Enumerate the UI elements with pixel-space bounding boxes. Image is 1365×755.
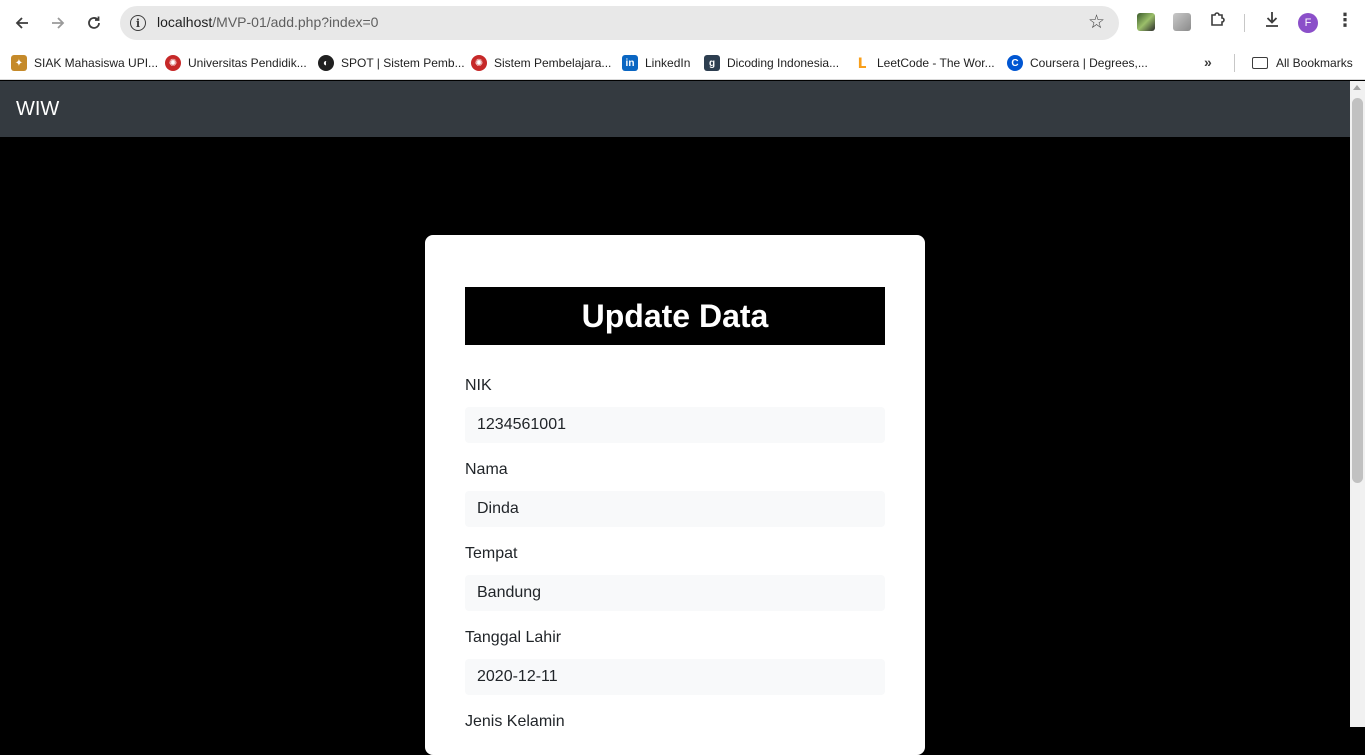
bookmark-label: LinkedIn: [645, 56, 691, 70]
extensions-puzzle-icon[interactable]: [1209, 10, 1227, 33]
extension-icon[interactable]: [1137, 13, 1155, 31]
profile-avatar[interactable]: F: [1298, 13, 1318, 33]
bookmark-label: Coursera | Degrees,...: [1030, 56, 1148, 70]
tanggal-lahir-input[interactable]: [465, 659, 885, 695]
bookmark-item[interactable]: g Dicoding Indonesia...: [704, 53, 839, 73]
bookmarks-divider: [1234, 54, 1235, 72]
bookmark-label: Sistem Pembelajara...: [494, 56, 612, 70]
bookmark-label: LeetCode - The Wor...: [877, 56, 995, 70]
forward-arrow-icon: [52, 17, 65, 29]
dicoding-icon: g: [704, 55, 720, 71]
url-host: localhost: [157, 14, 213, 30]
browser-toolbar: i localhost/MVP-01/add.php?index=0 ☆ F ⋮: [0, 0, 1365, 46]
bookmark-label: Universitas Pendidik...: [188, 56, 307, 70]
page-content: WIW Update Data NIK Nama Tempat Tanggal …: [0, 81, 1350, 755]
tempat-input[interactable]: [465, 575, 885, 611]
forward-button[interactable]: [44, 9, 72, 37]
bookmark-item[interactable]: ◐ SPOT | Sistem Pemb...: [318, 53, 465, 73]
bookmark-item[interactable]: C Coursera | Degrees,...: [1007, 53, 1148, 73]
bookmark-label: SIAK Mahasiswa UPI...: [34, 56, 159, 70]
linkedin-icon: in: [622, 55, 638, 71]
site-info-icon[interactable]: i: [130, 15, 146, 31]
address-bar[interactable]: i localhost/MVP-01/add.php?index=0 ☆: [120, 6, 1119, 40]
page-scrollbar[interactable]: [1350, 81, 1365, 727]
bookmark-item[interactable]: ✦ SIAK Mahasiswa UPI...: [11, 53, 158, 73]
upi-icon: ✺: [471, 55, 487, 71]
bookmarks-bar: ✦ SIAK Mahasiswa UPI... ✺ Universitas Pe…: [0, 46, 1365, 80]
extension-icon[interactable]: [1173, 13, 1191, 31]
jenis-kelamin-label: Jenis Kelamin: [465, 713, 565, 730]
coursera-icon: C: [1007, 55, 1023, 71]
scrollbar-thumb[interactable]: [1352, 98, 1363, 483]
form-title: Update Data: [465, 287, 885, 345]
url-text[interactable]: localhost/MVP-01/add.php?index=0: [157, 14, 378, 30]
more-bookmarks-chevron-icon[interactable]: »: [1204, 54, 1212, 70]
site-navbar: WIW: [0, 81, 1350, 137]
bookmark-item[interactable]: ✺ Universitas Pendidik...: [165, 53, 307, 73]
browser-menu-icon[interactable]: ⋮: [1336, 11, 1354, 29]
reload-button[interactable]: [80, 9, 108, 37]
navbar-brand[interactable]: WIW: [16, 98, 59, 121]
reload-icon: [88, 16, 100, 29]
folder-icon: [1252, 57, 1268, 69]
bookmark-label: SPOT | Sistem Pemb...: [341, 56, 465, 70]
tempat-label: Tempat: [465, 545, 518, 562]
globe-icon: ◐: [318, 55, 334, 71]
bookmark-label: Dicoding Indonesia...: [727, 56, 840, 70]
all-bookmarks-label: All Bookmarks: [1276, 56, 1353, 70]
update-form-card: Update Data NIK Nama Tempat Tanggal Lahi…: [425, 235, 925, 755]
tanggal-lahir-label: Tanggal Lahir: [465, 629, 562, 646]
bookmark-item[interactable]: in LinkedIn: [622, 53, 690, 73]
nik-label: NIK: [465, 377, 492, 394]
scroll-up-arrow-icon[interactable]: [1353, 85, 1361, 90]
back-button[interactable]: [8, 9, 36, 37]
bookmark-item[interactable]: ✺ Sistem Pembelajara...: [471, 53, 611, 73]
bookmark-star-icon[interactable]: ☆: [1088, 11, 1105, 34]
all-bookmarks-button[interactable]: All Bookmarks: [1252, 53, 1353, 73]
nama-input[interactable]: [465, 491, 885, 527]
nik-input[interactable]: [465, 407, 885, 443]
upi-icon: ✺: [165, 55, 181, 71]
back-arrow-icon: [15, 17, 28, 29]
bookmark-item[interactable]: ᒪ LeetCode - The Wor...: [854, 53, 995, 73]
toolbar-divider: [1244, 14, 1245, 32]
download-icon[interactable]: [1263, 10, 1281, 33]
siak-icon: ✦: [11, 55, 27, 71]
url-path: /MVP-01/add.php?index=0: [212, 14, 379, 30]
leetcode-icon: ᒪ: [857, 54, 867, 71]
nama-label: Nama: [465, 461, 508, 478]
